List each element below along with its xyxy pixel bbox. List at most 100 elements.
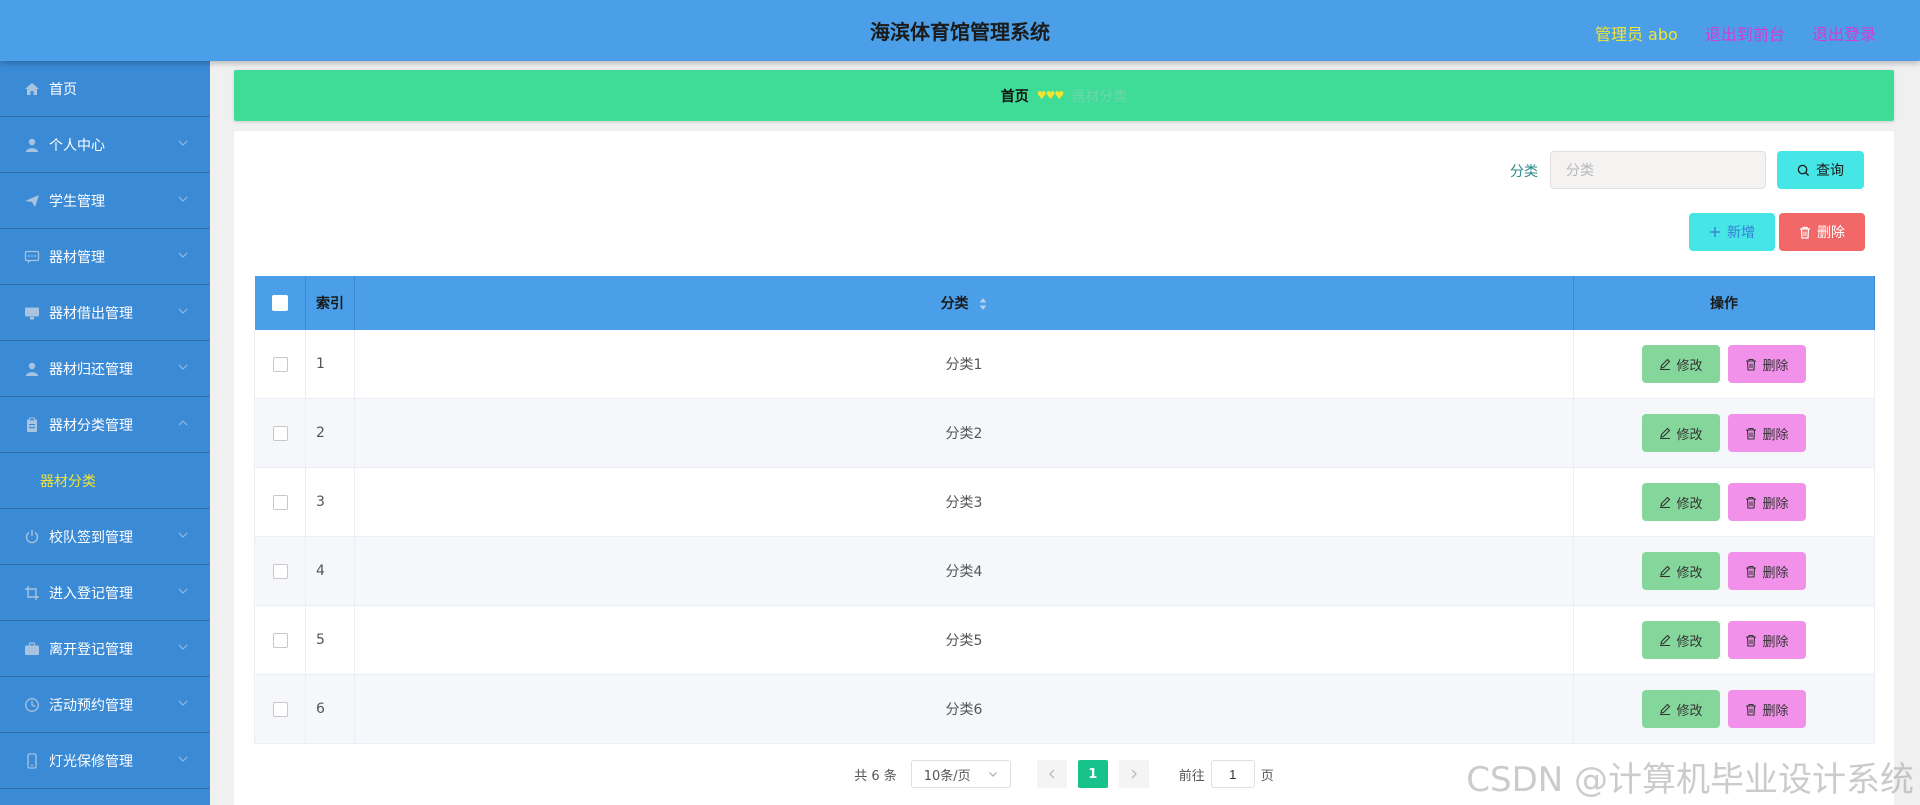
row-checkbox[interactable]: [272, 632, 288, 648]
sidebar-item-equipment[interactable]: 器材管理: [0, 229, 210, 285]
goto-suffix: 页: [1260, 768, 1274, 784]
row-checkbox[interactable]: [272, 563, 288, 579]
add-button[interactable]: 新增: [1689, 213, 1775, 251]
row-checkbox[interactable]: [272, 494, 288, 510]
row-checkbox-cell: [254, 467, 306, 537]
row-category: 分类4: [354, 536, 1574, 606]
edit-button[interactable]: 修改: [1642, 345, 1720, 383]
sidebar-item-label: 个人中心: [49, 137, 105, 154]
logout-link[interactable]: 退出登录: [1812, 25, 1876, 44]
home-icon: [24, 81, 40, 97]
chevron-left-icon: [1048, 769, 1055, 779]
row-actions: 修改 删除: [1573, 536, 1875, 606]
row-checkbox-cell: [254, 330, 306, 399]
sidebar-item-label: 进入登记管理: [49, 585, 133, 602]
chevron-down-icon: [988, 772, 997, 777]
goto-prefix: 前往: [1178, 768, 1205, 784]
delete-button[interactable]: 删除: [1728, 483, 1806, 521]
prev-page-button[interactable]: [1036, 760, 1067, 788]
sidebar-item-label: 器材归还管理: [49, 361, 133, 378]
chevron-down-icon: [178, 588, 188, 594]
sidebar: 首页 个人中心 学生管理 器材管理 器材借出管理 器材归还管理 器材分类管理 器…: [0, 61, 210, 805]
breadcrumb: 首页 ♥♥♥ 器材分类: [234, 70, 1894, 121]
back-to-front-link[interactable]: 退出到前台: [1705, 25, 1785, 44]
row-actions: 修改 删除: [1573, 467, 1875, 537]
page-number-1[interactable]: 1: [1077, 760, 1108, 788]
sidebar-item-activity-booking[interactable]: 活动预约管理: [0, 677, 210, 733]
sidebar-item-label: 灯光保修管理: [49, 753, 133, 770]
edit-button[interactable]: 修改: [1642, 552, 1720, 590]
query-button[interactable]: 查询: [1777, 151, 1864, 189]
trash-icon: [1746, 703, 1757, 716]
trash-icon: [1746, 634, 1757, 647]
goto-page-input[interactable]: [1210, 760, 1255, 788]
row-checkbox-cell: [254, 398, 306, 468]
sidebar-item-equipment-return[interactable]: 器材归还管理: [0, 341, 210, 397]
briefcase-icon: [24, 641, 40, 657]
edit-icon: [1660, 358, 1671, 370]
header-category[interactable]: 分类: [354, 276, 1574, 330]
power-icon: [24, 529, 40, 545]
query-button-label: 查询: [1816, 163, 1844, 179]
delete-button[interactable]: 删除: [1728, 621, 1806, 659]
goto-page: 前往 页: [1179, 760, 1274, 788]
row-index: 1: [305, 330, 355, 399]
row-category: 分类6: [354, 674, 1574, 744]
row-checkbox[interactable]: [272, 356, 288, 372]
delete-button-label: 删除: [1762, 427, 1789, 443]
sidebar-item-home[interactable]: 首页: [0, 61, 210, 117]
edit-button-label: 修改: [1676, 427, 1703, 443]
chevron-down-icon: [178, 644, 188, 650]
next-page-button[interactable]: [1118, 760, 1149, 788]
sidebar-item-personal-center[interactable]: 个人中心: [0, 117, 210, 173]
row-checkbox[interactable]: [272, 425, 288, 441]
trash-icon: [1746, 496, 1757, 509]
sidebar-item-label: 器材分类管理: [49, 417, 133, 434]
page-size-select[interactable]: 10条/页: [910, 760, 1011, 788]
sidebar-item-equipment-category[interactable]: 器材分类管理: [0, 397, 210, 453]
search-label: 分类: [1510, 164, 1538, 180]
row-index: 6: [305, 674, 355, 744]
sidebar-item-equipment-loan[interactable]: 器材借出管理: [0, 285, 210, 341]
sidebar-item-entry-register[interactable]: 进入登记管理: [0, 565, 210, 621]
phone-icon: [24, 752, 40, 769]
sidebar-item-students[interactable]: 学生管理: [0, 173, 210, 229]
edit-button[interactable]: 修改: [1642, 690, 1720, 728]
trash-icon: [1746, 358, 1757, 371]
delete-button[interactable]: 删除: [1728, 552, 1806, 590]
current-user-label: 管理员 abo: [1594, 25, 1678, 44]
search-icon: [1797, 164, 1810, 176]
sort-icon[interactable]: [979, 297, 987, 311]
delete-button[interactable]: 删除: [1728, 345, 1806, 383]
row-index: 4: [305, 536, 355, 606]
delete-button[interactable]: 删除: [1728, 414, 1806, 452]
edit-button[interactable]: 修改: [1642, 483, 1720, 521]
header-ops: 操作: [1573, 276, 1875, 330]
edit-button[interactable]: 修改: [1642, 621, 1720, 659]
row-category: 分类1: [354, 330, 1574, 399]
breadcrumb-current: 器材分类: [1071, 88, 1128, 105]
edit-button[interactable]: 修改: [1642, 414, 1720, 452]
sidebar-subitem-category[interactable]: 器材分类: [0, 453, 210, 509]
select-all-checkbox[interactable]: [271, 295, 288, 311]
row-category: 分类3: [354, 467, 1574, 537]
header-select-all[interactable]: [254, 276, 306, 330]
sidebar-item-light-repair[interactable]: 灯光保修管理: [0, 733, 210, 789]
main-content: 分类 查询 新增 删除 索引 分类 操作 1: [234, 131, 1894, 805]
category-search-input[interactable]: [1550, 151, 1766, 189]
sidebar-item-label: 器材管理: [49, 249, 105, 266]
sidebar-item-label: 首页: [49, 81, 77, 98]
sidebar-item-team-checkin[interactable]: 校队签到管理: [0, 509, 210, 565]
clock-icon: [24, 697, 40, 713]
row-actions: 修改 删除: [1573, 330, 1875, 399]
edit-button-label: 修改: [1676, 634, 1703, 650]
chevron-up-icon: [178, 420, 188, 426]
row-checkbox[interactable]: [272, 701, 288, 717]
table-row: 4 分类4 修改 删除: [254, 536, 1875, 606]
sidebar-item-leave-register[interactable]: 离开登记管理: [0, 621, 210, 677]
row-checkbox-cell: [254, 536, 306, 606]
chevron-down-icon: [178, 532, 188, 538]
bulk-delete-button[interactable]: 删除: [1779, 213, 1865, 251]
delete-button[interactable]: 删除: [1728, 690, 1806, 728]
breadcrumb-home[interactable]: 首页: [1001, 86, 1029, 106]
